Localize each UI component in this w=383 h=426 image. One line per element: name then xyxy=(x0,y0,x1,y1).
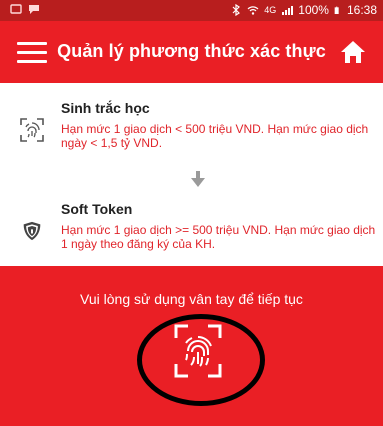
status-bar: 4G 100% 16:38 xyxy=(0,0,383,21)
arrow-down-icon xyxy=(191,171,205,187)
method-name: Sinh trắc học xyxy=(61,100,150,116)
network-type: 4G xyxy=(264,5,277,15)
method-biometrics[interactable]: Sinh trắc học Hạn mức 1 giao dịch < 500 … xyxy=(0,83,383,163)
status-left-icons xyxy=(10,3,40,15)
method-soft-token[interactable]: Soft Token Hạn mức 1 giao dịch >= 500 tr… xyxy=(0,190,383,262)
message-icon xyxy=(29,5,39,14)
app-bar: Quản lý phương thức xác thực xyxy=(0,21,383,83)
method-limit-description: Hạn mức 1 giao dịch < 500 triệu VND. Hạn… xyxy=(61,122,369,150)
battery-icon xyxy=(334,6,339,14)
battery-percent: 100% xyxy=(298,3,329,17)
page-title: Quản lý phương thức xác thực xyxy=(57,41,326,61)
method-limit-description: Hạn mức 1 giao dịch >= 500 triệu VND. Hạ… xyxy=(61,223,376,251)
shield-icon xyxy=(23,221,41,241)
notification-icon xyxy=(10,4,22,14)
signal-icon xyxy=(282,6,294,15)
clock: 16:38 xyxy=(346,3,377,17)
home-icon[interactable] xyxy=(339,38,367,66)
method-name: Soft Token xyxy=(61,201,133,217)
bluetooth-icon xyxy=(232,4,241,16)
annotation-circle xyxy=(137,314,265,406)
fingerprint-scan-icon xyxy=(20,118,44,142)
wifi-icon xyxy=(247,6,259,15)
biometric-prompt-message: Vui lòng sử dụng vân tay để tiếp tục xyxy=(80,291,303,307)
status-right-icons: 4G 100% 16:38 xyxy=(230,3,377,17)
